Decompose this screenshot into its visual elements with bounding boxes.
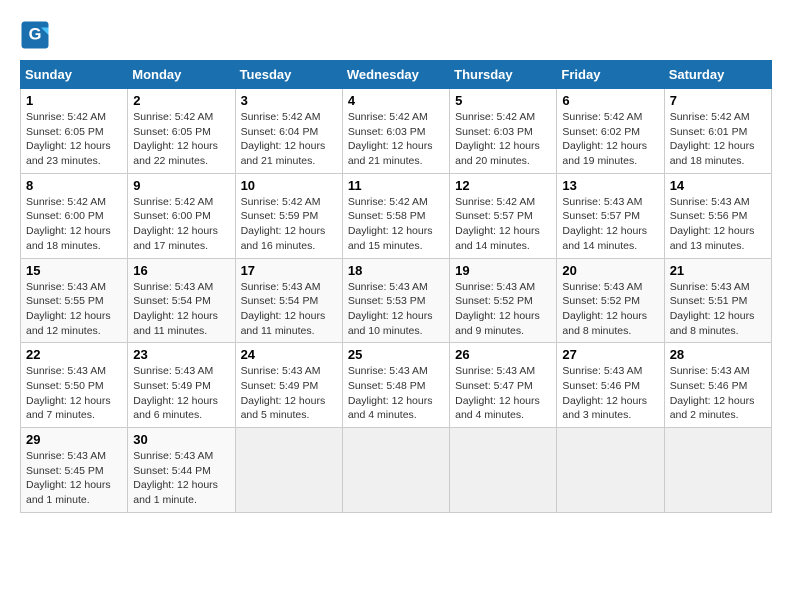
calendar-header-row: SundayMondayTuesdayWednesdayThursdayFrid… — [21, 61, 772, 89]
calendar-cell: 29Sunrise: 5:43 AMSunset: 5:45 PMDayligh… — [21, 428, 128, 513]
calendar-week-3: 15Sunrise: 5:43 AMSunset: 5:55 PMDayligh… — [21, 258, 772, 343]
calendar-cell: 13Sunrise: 5:43 AMSunset: 5:57 PMDayligh… — [557, 173, 664, 258]
header-friday: Friday — [557, 61, 664, 89]
calendar-cell: 17Sunrise: 5:43 AMSunset: 5:54 PMDayligh… — [235, 258, 342, 343]
header-thursday: Thursday — [450, 61, 557, 89]
calendar-week-5: 29Sunrise: 5:43 AMSunset: 5:45 PMDayligh… — [21, 428, 772, 513]
calendar-cell: 30Sunrise: 5:43 AMSunset: 5:44 PMDayligh… — [128, 428, 235, 513]
logo-icon: G — [20, 20, 50, 50]
calendar-week-2: 8Sunrise: 5:42 AMSunset: 6:00 PMDaylight… — [21, 173, 772, 258]
header-sunday: Sunday — [21, 61, 128, 89]
calendar-cell — [342, 428, 449, 513]
calendar-cell: 10Sunrise: 5:42 AMSunset: 5:59 PMDayligh… — [235, 173, 342, 258]
calendar-cell: 4Sunrise: 5:42 AMSunset: 6:03 PMDaylight… — [342, 89, 449, 174]
calendar-cell: 26Sunrise: 5:43 AMSunset: 5:47 PMDayligh… — [450, 343, 557, 428]
calendar-cell: 11Sunrise: 5:42 AMSunset: 5:58 PMDayligh… — [342, 173, 449, 258]
calendar-cell — [557, 428, 664, 513]
calendar-cell: 25Sunrise: 5:43 AMSunset: 5:48 PMDayligh… — [342, 343, 449, 428]
calendar-cell: 16Sunrise: 5:43 AMSunset: 5:54 PMDayligh… — [128, 258, 235, 343]
calendar-cell — [450, 428, 557, 513]
calendar-cell: 14Sunrise: 5:43 AMSunset: 5:56 PMDayligh… — [664, 173, 771, 258]
calendar-cell: 18Sunrise: 5:43 AMSunset: 5:53 PMDayligh… — [342, 258, 449, 343]
calendar-cell: 15Sunrise: 5:43 AMSunset: 5:55 PMDayligh… — [21, 258, 128, 343]
calendar-cell: 6Sunrise: 5:42 AMSunset: 6:02 PMDaylight… — [557, 89, 664, 174]
calendar-cell: 24Sunrise: 5:43 AMSunset: 5:49 PMDayligh… — [235, 343, 342, 428]
calendar-cell: 22Sunrise: 5:43 AMSunset: 5:50 PMDayligh… — [21, 343, 128, 428]
calendar-cell: 23Sunrise: 5:43 AMSunset: 5:49 PMDayligh… — [128, 343, 235, 428]
calendar-cell: 19Sunrise: 5:43 AMSunset: 5:52 PMDayligh… — [450, 258, 557, 343]
calendar-cell: 1Sunrise: 5:42 AMSunset: 6:05 PMDaylight… — [21, 89, 128, 174]
header-tuesday: Tuesday — [235, 61, 342, 89]
calendar-cell: 27Sunrise: 5:43 AMSunset: 5:46 PMDayligh… — [557, 343, 664, 428]
calendar-cell: 20Sunrise: 5:43 AMSunset: 5:52 PMDayligh… — [557, 258, 664, 343]
svg-text:G: G — [29, 26, 42, 44]
calendar-cell: 3Sunrise: 5:42 AMSunset: 6:04 PMDaylight… — [235, 89, 342, 174]
calendar-cell: 12Sunrise: 5:42 AMSunset: 5:57 PMDayligh… — [450, 173, 557, 258]
calendar-cell: 9Sunrise: 5:42 AMSunset: 6:00 PMDaylight… — [128, 173, 235, 258]
calendar-table: SundayMondayTuesdayWednesdayThursdayFrid… — [20, 60, 772, 513]
calendar-week-4: 22Sunrise: 5:43 AMSunset: 5:50 PMDayligh… — [21, 343, 772, 428]
header-monday: Monday — [128, 61, 235, 89]
calendar-cell: 28Sunrise: 5:43 AMSunset: 5:46 PMDayligh… — [664, 343, 771, 428]
header-wednesday: Wednesday — [342, 61, 449, 89]
calendar-cell: 7Sunrise: 5:42 AMSunset: 6:01 PMDaylight… — [664, 89, 771, 174]
logo: G — [20, 20, 54, 50]
page-header: G — [20, 20, 772, 50]
calendar-cell: 8Sunrise: 5:42 AMSunset: 6:00 PMDaylight… — [21, 173, 128, 258]
calendar-week-1: 1Sunrise: 5:42 AMSunset: 6:05 PMDaylight… — [21, 89, 772, 174]
header-saturday: Saturday — [664, 61, 771, 89]
calendar-cell: 5Sunrise: 5:42 AMSunset: 6:03 PMDaylight… — [450, 89, 557, 174]
calendar-cell — [664, 428, 771, 513]
calendar-cell — [235, 428, 342, 513]
calendar-cell: 2Sunrise: 5:42 AMSunset: 6:05 PMDaylight… — [128, 89, 235, 174]
calendar-cell: 21Sunrise: 5:43 AMSunset: 5:51 PMDayligh… — [664, 258, 771, 343]
